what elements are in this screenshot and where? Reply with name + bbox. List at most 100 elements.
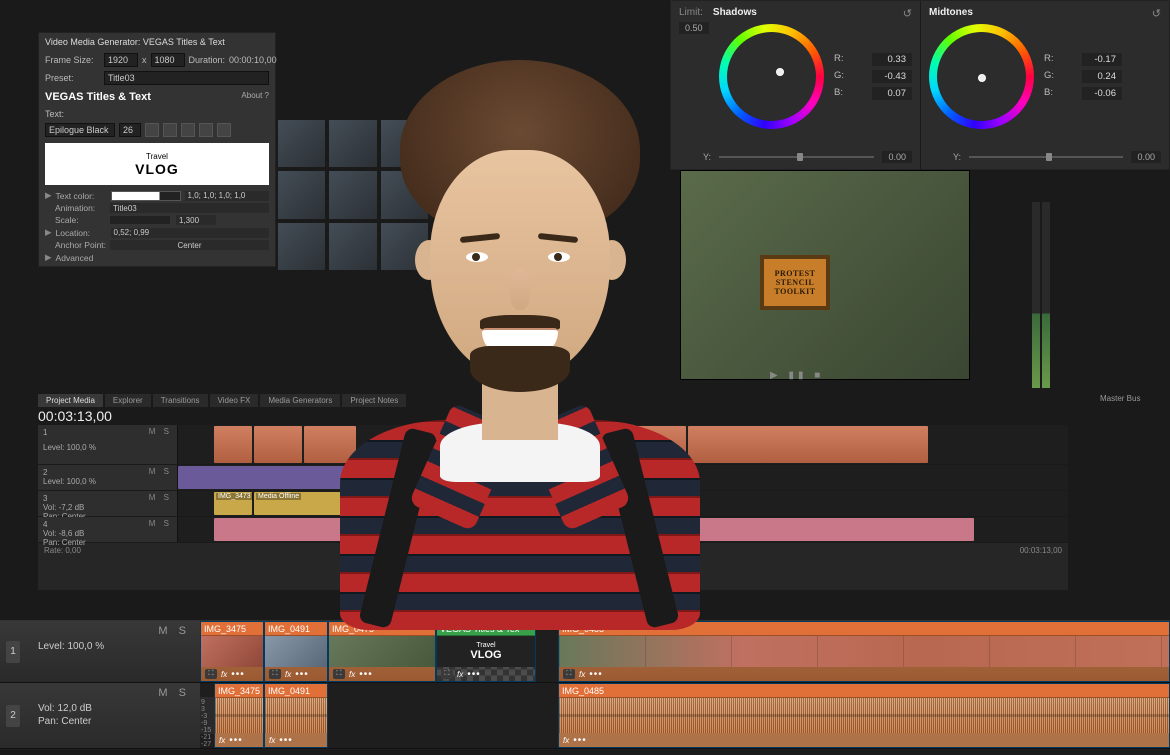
tab-video-fx[interactable]: Video FX [210, 394, 259, 407]
advanced-toggle[interactable]: Advanced [56, 253, 111, 263]
midtones-y-value[interactable]: 0.00 [1131, 151, 1161, 163]
crop-icon[interactable]: ⛶ [205, 669, 217, 679]
shadows-reset-icon[interactable]: ↺ [903, 7, 912, 20]
lower-tabs: Project Media Explorer Transitions Video… [38, 394, 406, 407]
panel-title: Video Media Generator: VEGAS Titles & Te… [39, 33, 275, 51]
crop-icon[interactable]: ⛶ [333, 669, 345, 679]
zoom-audio-clip-a5[interactable]: IMG_0485 fx••• [558, 683, 1170, 748]
frame-size-label: Frame Size: [45, 55, 100, 65]
title-preview[interactable]: Travel VLOG [45, 143, 269, 185]
zoom-track1-header[interactable]: 1 M S Level: 100,0 % [0, 621, 200, 682]
audio-clip[interactable]: IMG_3484 [526, 492, 562, 515]
title-line2: VLOG [135, 161, 179, 177]
text-color-label: Text color: [56, 191, 111, 201]
anchor-value[interactable]: Center [110, 240, 269, 250]
video-track-1: 1 M S Level: 100,0 % [38, 425, 1068, 465]
titles-text-panel: Video Media Generator: VEGAS Titles & Te… [38, 32, 276, 267]
shadows-y-slider[interactable] [719, 156, 874, 158]
location-label: Location: [56, 228, 111, 238]
zoom-clip-v3[interactable]: IMG_0475 ⛶fx••• [328, 621, 436, 682]
midtones-color-wheel[interactable] [929, 24, 1034, 129]
audio-clip[interactable]: IMG_3473 [214, 492, 252, 515]
align-right-button[interactable] [217, 123, 231, 137]
track3-header[interactable]: 3 M S Vol: -7,2 dB Pan: Center [38, 491, 178, 516]
animation-label: Animation: [55, 203, 110, 213]
crop-icon[interactable]: ⛶ [441, 669, 453, 679]
midtones-g[interactable]: 0.24 [1082, 70, 1122, 83]
shadows-rgb: R:0.33 G:-0.43 B:0.07 [834, 51, 912, 102]
scale-value[interactable]: 1,300 [176, 215, 216, 225]
location-value[interactable]: 0,52; 0,99 [111, 228, 269, 238]
midtones-rgb: R:-0.17 G:0.24 B:-0.06 [1044, 51, 1122, 102]
video-track-2: 2 M S Level: 100,0 % [38, 465, 1068, 491]
limit-label: Limit: [679, 7, 703, 18]
track4-header[interactable]: 4 M S Vol: -8,6 dB Pan: Center [38, 517, 178, 542]
midtones-b[interactable]: -0.06 [1082, 87, 1122, 100]
audio-meters [1030, 200, 1052, 390]
shadows-b[interactable]: 0.07 [872, 87, 912, 100]
align-left-button[interactable] [181, 123, 195, 137]
music-clip[interactable] [214, 518, 974, 541]
about-link[interactable]: About ? [241, 91, 269, 103]
shadows-color-wheel[interactable] [719, 24, 824, 129]
midtones-title: Midtones [929, 7, 973, 18]
preview-transport[interactable]: ▶ ▮▮ ■ [770, 370, 824, 381]
crop-icon[interactable]: ⛶ [563, 669, 575, 679]
italic-button[interactable] [163, 123, 177, 137]
preset-label: Preset: [45, 73, 100, 83]
text-color-swatch[interactable] [111, 191, 181, 201]
clip[interactable] [584, 426, 618, 463]
zoom-audio-clip-a1[interactable]: IMG_3475 fx••• [214, 683, 264, 748]
zoom-clip-v1[interactable]: IMG_3475 ⛶fx••• [200, 621, 264, 682]
duration-value: 00:00:10,00 [229, 55, 277, 65]
tab-media-generators[interactable]: Media Generators [260, 394, 340, 407]
tab-project-media[interactable]: Project Media [38, 394, 103, 407]
master-bus-label: Master Bus [1100, 394, 1140, 403]
audio-clip-offline[interactable]: Media Offline [254, 492, 524, 515]
track2-header[interactable]: 2 M S Level: 100,0 % [38, 465, 178, 490]
sign-line3: TOOLKIT [774, 287, 815, 296]
clip[interactable] [254, 426, 302, 463]
scale-slider[interactable] [110, 216, 170, 224]
midtones-reset-icon[interactable]: ↺ [1152, 7, 1161, 20]
transport-controls[interactable]: ⏮ ◀ ■ ▶ ⏭ ⟲ ✂ [520, 546, 581, 556]
media-bin-grid [278, 120, 428, 270]
frame-height-input[interactable] [151, 53, 185, 67]
tab-transitions[interactable]: Transitions [153, 394, 208, 407]
frame-width-input[interactable] [104, 53, 138, 67]
zoom-clip-title[interactable]: VEGAS Titles & Tex TravelVLOG ⛶fx••• [436, 621, 536, 682]
tab-explorer[interactable]: Explorer [105, 394, 151, 407]
generator-header: VEGAS Titles & Text [45, 91, 151, 103]
zoom-clip-v2[interactable]: IMG_0491 ⛶fx••• [264, 621, 328, 682]
animation-value[interactable]: Title03 [110, 203, 269, 213]
align-center-button[interactable] [199, 123, 213, 137]
limit-value[interactable]: 0.50 [679, 22, 709, 34]
font-size-input[interactable] [119, 123, 141, 137]
clip[interactable] [214, 426, 252, 463]
zoom-track2-header[interactable]: 2 M S Vol: 12,0 dB Pan: Center [0, 683, 200, 748]
font-select[interactable] [45, 123, 115, 137]
shadows-g[interactable]: -0.43 [872, 70, 912, 83]
midtones-wheel-handle[interactable] [978, 74, 986, 82]
midtones-r[interactable]: -0.17 [1082, 53, 1122, 66]
clip-purple[interactable] [178, 466, 358, 489]
shadows-title: Shadows [713, 7, 757, 18]
shadows-y-value[interactable]: 0.00 [882, 151, 912, 163]
zoom-clip-v5[interactable]: IMG_0485 ⛶fx••• [558, 621, 1170, 682]
clip[interactable] [688, 426, 928, 463]
bold-button[interactable] [145, 123, 159, 137]
zoom-audio-clip-a2[interactable]: IMG_0491 fx••• [264, 683, 328, 748]
shadows-r[interactable]: 0.33 [872, 53, 912, 66]
tab-project-notes[interactable]: Project Notes [342, 394, 406, 407]
clip[interactable] [304, 426, 356, 463]
clip[interactable] [360, 466, 510, 489]
crop-icon[interactable]: ⛶ [269, 669, 281, 679]
shadows-wheel-handle[interactable] [776, 68, 784, 76]
main-timecode: 00:03:13,00 [38, 408, 112, 424]
midtones-y-slider[interactable] [969, 156, 1123, 158]
track1-header[interactable]: 1 M S Level: 100,0 % [38, 425, 178, 464]
shadows-y-label: Y: [703, 152, 711, 162]
preset-input[interactable] [104, 71, 269, 85]
clip[interactable] [620, 426, 686, 463]
midtones-y-label: Y: [953, 152, 961, 162]
